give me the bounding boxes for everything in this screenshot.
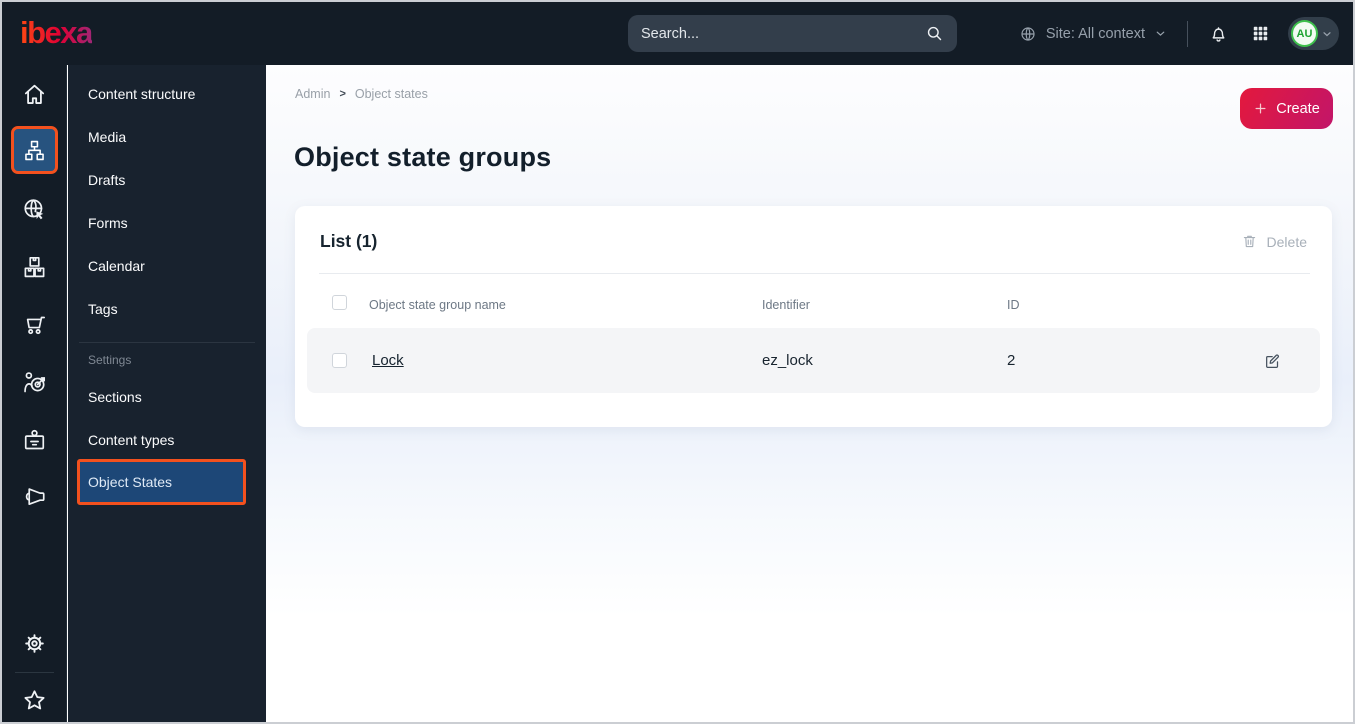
table-header: Object state group name Identifier ID <box>295 290 1332 320</box>
select-all-checkbox[interactable] <box>332 295 347 310</box>
search-icon[interactable] <box>925 24 944 43</box>
list-title: List (1) <box>320 231 378 251</box>
breadcrumb-separator-icon: > <box>339 88 346 100</box>
site-globe-icon <box>1019 25 1037 43</box>
create-button-label: Create <box>1276 100 1320 117</box>
ibexa-admin-screen: { "topbar": { "logo": "ibexa", "search_p… <box>0 0 1355 724</box>
sidebar-item-sections[interactable]: Sections <box>68 380 266 414</box>
admin-badge-icon[interactable] <box>2 426 67 453</box>
sidebar-item-forms[interactable]: Forms <box>68 206 266 240</box>
chevron-down-icon <box>1321 28 1333 40</box>
breadcrumb-admin[interactable]: Admin <box>295 87 330 101</box>
main-content: Admin > Object states Create Object stat… <box>266 65 1353 722</box>
site-context-selector[interactable]: Site: All context <box>1019 25 1167 43</box>
site-globe-icon[interactable] <box>2 196 67 223</box>
column-header-name: Object state group name <box>369 298 506 312</box>
sidebar-item-media[interactable]: Media <box>68 120 266 154</box>
settings-gear-icon[interactable] <box>2 630 67 657</box>
ibexa-logo[interactable]: ibexa <box>20 16 93 50</box>
sidebar-item-object-states[interactable]: Object States <box>77 459 246 505</box>
personalization-target-icon[interactable] <box>2 369 67 396</box>
create-button[interactable]: Create <box>1240 88 1333 129</box>
bookmarks-star-icon[interactable] <box>2 687 67 714</box>
page-title: Object state groups <box>294 142 552 172</box>
commerce-cart-icon[interactable] <box>2 311 67 338</box>
chevron-down-icon <box>1154 27 1167 40</box>
table-row: Lock ez_lock 2 <box>307 328 1320 393</box>
marketing-megaphone-icon[interactable] <box>2 483 67 510</box>
breadcrumb-object-states[interactable]: Object states <box>355 87 428 101</box>
row-identifier: ez_lock <box>762 352 813 369</box>
topbar-right-cluster: Site: All context AU <box>1019 2 1339 65</box>
breadcrumb: Admin > Object states <box>295 87 428 101</box>
card-divider <box>319 273 1310 274</box>
delete-button[interactable]: Delete <box>1241 233 1307 250</box>
row-checkbox[interactable] <box>332 353 347 368</box>
row-name-link[interactable]: Lock <box>372 352 404 369</box>
sidebar-menu: Content structure Media Drafts Forms Cal… <box>68 65 266 722</box>
topbar-divider <box>1187 20 1188 47</box>
topbar: ibexa Site: All context <box>2 2 1353 65</box>
search-input[interactable] <box>641 25 925 42</box>
global-search[interactable] <box>628 15 957 52</box>
column-header-identifier: Identifier <box>762 298 810 312</box>
sidebar-item-calendar[interactable]: Calendar <box>68 249 266 283</box>
icon-rail <box>2 65 67 722</box>
column-header-id: ID <box>1007 298 1020 312</box>
delete-button-label: Delete <box>1266 233 1307 250</box>
app-switcher-grid-icon[interactable] <box>1251 24 1270 43</box>
user-menu[interactable]: AU <box>1288 17 1339 50</box>
settings-section-heading: Settings <box>88 353 132 367</box>
site-context-label: Site: All context <box>1045 25 1145 42</box>
edit-icon <box>1262 351 1284 371</box>
avatar: AU <box>1291 20 1318 47</box>
sidebar-item-tags[interactable]: Tags <box>68 292 266 326</box>
trash-icon <box>1241 233 1258 250</box>
sidebar-item-drafts[interactable]: Drafts <box>68 163 266 197</box>
sidebar-item-content-types[interactable]: Content types <box>68 423 266 457</box>
home-icon[interactable] <box>2 81 67 108</box>
edit-button[interactable] <box>1262 350 1284 372</box>
menu-divider <box>79 342 255 343</box>
plus-icon <box>1253 101 1268 116</box>
content-structure-icon[interactable] <box>11 126 58 174</box>
sidebar-item-content-structure[interactable]: Content structure <box>68 77 266 111</box>
list-card: List (1) Delete Object state group name … <box>295 206 1332 427</box>
row-id: 2 <box>1007 352 1016 369</box>
notifications-bell-icon[interactable] <box>1208 23 1229 44</box>
rail-divider <box>15 672 54 673</box>
products-boxes-icon[interactable] <box>2 253 67 280</box>
